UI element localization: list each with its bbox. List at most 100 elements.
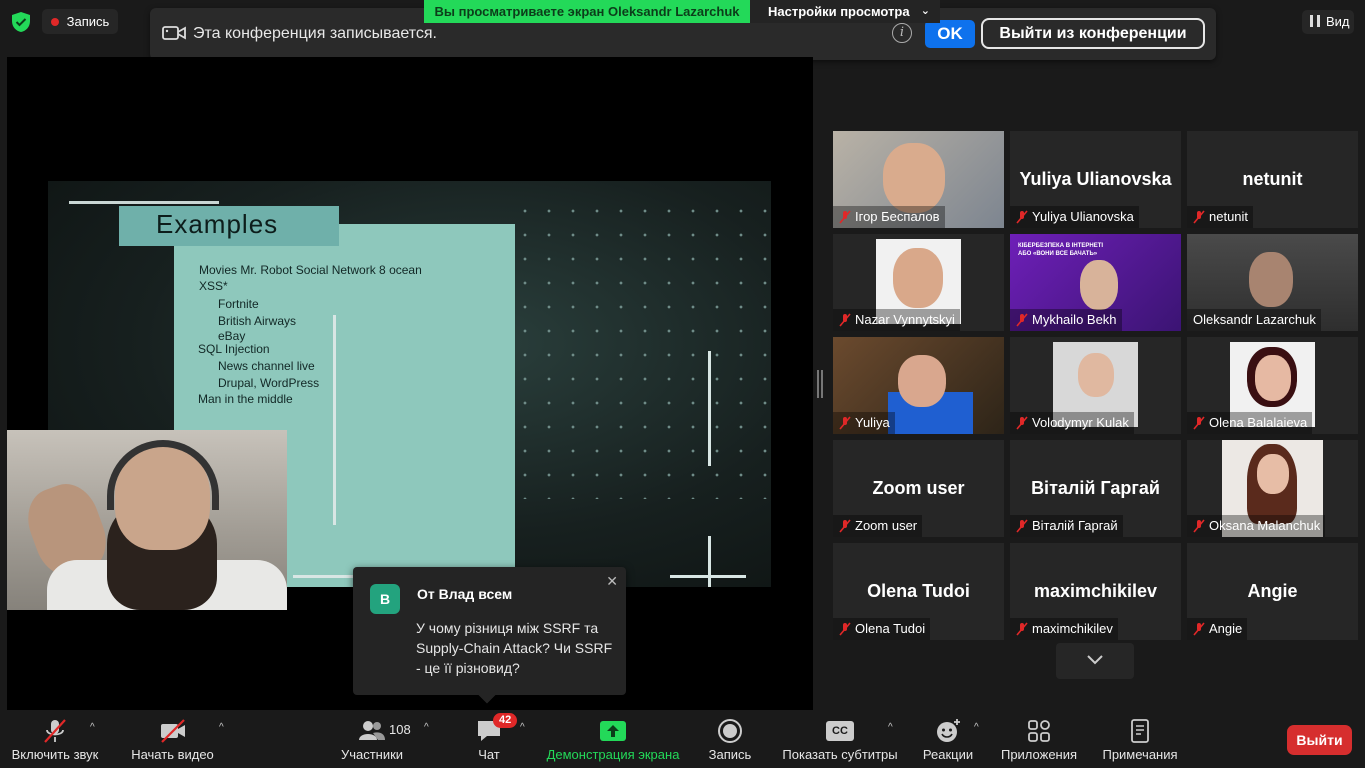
view-options-dropdown[interactable]: Настройки просмотра ⌄ — [750, 0, 940, 23]
participant-big-name: Віталій Гаргай — [1031, 478, 1160, 498]
slide-decor-line — [708, 351, 711, 466]
ok-button[interactable]: OK — [925, 20, 975, 48]
view-button[interactable]: Вид — [1302, 10, 1354, 34]
participant-name: Olena Tudoi — [833, 618, 931, 640]
participant-face — [1255, 355, 1291, 401]
participant-tile[interactable]: Ігор Беспалов — [833, 131, 1004, 228]
leave-conference-button[interactable]: Выйти из конференции — [981, 18, 1205, 49]
headphones — [107, 440, 219, 510]
slide-decor-line — [69, 201, 219, 204]
record-button[interactable]: Запись — [702, 710, 758, 768]
participant-name: Mykhailo Bekh — [1010, 309, 1122, 331]
unmute-button[interactable]: Включить звук — [5, 710, 105, 768]
participant-name: Volodymyr Kulak — [1010, 412, 1134, 434]
shield-icon[interactable] — [10, 11, 32, 33]
share-screen-button[interactable]: Демонстрация экрана — [543, 710, 683, 768]
muted-mic-icon — [1016, 313, 1028, 327]
participant-tile[interactable]: Olena Tudoi Olena Tudoi — [833, 543, 1004, 640]
participant-tile[interactable]: Volodymyr Kulak — [1010, 337, 1181, 434]
slide-line: Man in the middle — [198, 392, 293, 406]
participants-button[interactable]: Участники — [330, 710, 414, 768]
participant-name: Olena Balalaieva — [1187, 412, 1313, 434]
unmute-label: Включить звук — [11, 747, 99, 762]
participant-face — [1080, 260, 1118, 310]
viewing-screen-indicator: Вы просматриваете экран Oleksandr Lazarc… — [424, 0, 750, 23]
participant-tile[interactable]: Angie Angie — [1187, 543, 1358, 640]
view-options-label: Настройки просмотра — [768, 4, 910, 19]
participant-tile[interactable]: netunit netunit — [1187, 131, 1358, 228]
muted-mic-icon — [1016, 519, 1028, 533]
participants-icon — [359, 721, 385, 740]
participant-name: Nazar Vynnytskyi — [833, 309, 960, 331]
chat-notification[interactable]: В От Влад всем У чому різниця між SSRF т… — [353, 567, 626, 704]
reactions-options-caret-icon[interactable]: ^ — [974, 722, 979, 733]
participant-face — [1257, 454, 1289, 494]
participant-tile[interactable]: Zoom user Zoom user — [833, 440, 1004, 537]
participant-big-name: Yuliya Ulianovska — [1019, 169, 1172, 189]
participants-options-caret-icon[interactable]: ^ — [424, 722, 429, 733]
participant-name: Zoom user — [833, 515, 923, 537]
muted-mic-icon — [1193, 210, 1205, 224]
muted-mic-icon — [839, 519, 851, 533]
reactions-smiley-icon — [937, 719, 960, 742]
slide-line: eBay — [218, 329, 246, 343]
muted-mic-icon — [1016, 416, 1028, 430]
notes-button[interactable]: Примечания — [1098, 710, 1182, 768]
panel-resize-handle[interactable] — [817, 370, 823, 398]
participant-big-name: maximchikilev — [1033, 581, 1158, 601]
muted-mic-icon — [839, 622, 851, 636]
muted-mic-icon — [839, 416, 851, 430]
captions-options-caret-icon[interactable]: ^ — [888, 722, 893, 733]
participant-tile[interactable]: Yuliya — [833, 337, 1004, 434]
apps-button[interactable]: Приложения — [996, 710, 1082, 768]
apps-icon — [1028, 720, 1050, 742]
start-video-button[interactable]: Начать видео — [125, 710, 220, 768]
close-icon[interactable]: ✕ — [606, 573, 618, 590]
participant-tile[interactable]: Oksana Malanchuk — [1187, 440, 1358, 537]
gallery-next-page-button[interactable] — [1056, 643, 1134, 679]
audio-options-caret-icon[interactable]: ^ — [90, 722, 95, 733]
video-options-caret-icon[interactable]: ^ — [219, 722, 224, 733]
muted-mic-icon — [1016, 622, 1028, 636]
reactions-label: Реакции — [922, 747, 974, 762]
participant-tile[interactable]: maximchikilev maximchikilev — [1010, 543, 1181, 640]
participant-name: Oksana Malanchuk — [1187, 515, 1326, 537]
chat-options-caret-icon[interactable]: ^ — [520, 722, 525, 733]
participant-tile[interactable]: Nazar Vynnytskyi — [833, 234, 1004, 331]
participant-tile[interactable]: Olena Balalaieva — [1187, 337, 1358, 434]
slide-line: British Airways — [218, 314, 297, 328]
show-captions-button[interactable]: CC Показать субтитры — [778, 710, 902, 768]
participant-face — [883, 143, 945, 213]
participant-name: Oleksandr Lazarchuk — [1187, 309, 1321, 331]
leave-button[interactable]: Выйти — [1287, 725, 1352, 755]
notes-icon — [1131, 719, 1149, 743]
slide-dot-pattern — [513, 199, 771, 499]
active-speaker-tile[interactable]: Oleksandr Lazarchuk — [1187, 234, 1358, 331]
participants-label: Участники — [340, 747, 404, 762]
slide-title: Examples — [156, 209, 279, 239]
chat-sender: От Влад всем — [417, 586, 513, 602]
presenter-video — [7, 430, 287, 610]
apps-label: Приложения — [1000, 747, 1078, 762]
muted-mic-icon — [839, 313, 851, 327]
info-icon[interactable]: i — [892, 23, 912, 43]
participant-big-name: netunit — [1242, 169, 1303, 189]
chevron-down-icon: ⌄ — [920, 5, 930, 17]
participant-name: netunit — [1187, 206, 1254, 228]
participant-face — [898, 355, 946, 407]
record-label: Запись — [708, 747, 752, 762]
participant-tile[interactable]: Віталій Гаргай Віталій Гаргай — [1010, 440, 1181, 537]
slide-line: XSS* — [199, 279, 228, 293]
muted-mic-icon — [1016, 210, 1028, 224]
participant-big-name: Zoom user — [872, 478, 965, 498]
participants-count: 108 — [389, 722, 411, 737]
muted-mic-icon — [1193, 622, 1205, 636]
recording-dot-icon — [50, 17, 59, 26]
recording-indicator[interactable]: Запись — [42, 9, 118, 34]
participant-tile[interactable]: Yuliya Ulianovska Yuliya Ulianovska — [1010, 131, 1181, 228]
participant-tile[interactable]: КІБЕРБЕЗПЕКА В ІНТЕРНЕТІ АБО «ВОНИ ВСЕ Б… — [1010, 234, 1181, 331]
show-captions-label: Показать субтитры — [782, 747, 898, 762]
reactions-button[interactable]: Реакции — [918, 710, 978, 768]
share-screen-icon — [600, 721, 626, 741]
chat-unread-badge: 42 — [493, 713, 518, 728]
